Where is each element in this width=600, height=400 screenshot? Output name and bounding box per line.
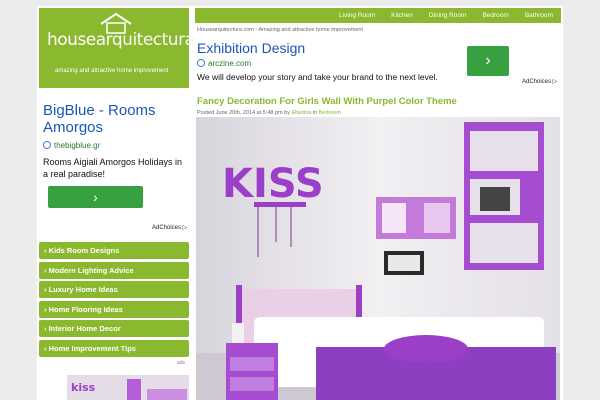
globe-icon xyxy=(43,141,51,149)
post-title[interactable]: Fancy Decoration For Girls Wall With Pur… xyxy=(197,96,457,107)
page: housearquitectura amazing and attractive… xyxy=(37,6,563,400)
post-category-link[interactable]: Bedroom xyxy=(319,110,341,116)
category-link-interior-decor[interactable]: › Interior Home Decor xyxy=(39,320,189,337)
logo-tagline: amazing and attractive home improvement xyxy=(55,68,169,74)
post-author-link[interactable]: Elbetina xyxy=(291,110,311,116)
ad-open-button[interactable]: › xyxy=(48,186,143,208)
post-photo: KISS xyxy=(196,117,560,400)
top-advertisement[interactable]: Exhibition Design arczine.com We will de… xyxy=(197,40,561,92)
breadcrumb[interactable]: Housearquitectura.com - Amazing and attr… xyxy=(197,27,363,33)
globe-icon xyxy=(197,59,205,67)
ad-description: Rooms Aigiali Amorgos Holidays in a real… xyxy=(43,157,183,179)
nav-item-living-room[interactable]: Living Room xyxy=(331,12,383,19)
thumbnail-image: kiss xyxy=(67,375,189,400)
svg-text:kiss: kiss xyxy=(71,381,96,394)
ads-label: ads xyxy=(177,360,186,366)
category-links: › Kids Room Designs › Modern Lighting Ad… xyxy=(39,242,189,359)
sidebar-advertisement[interactable]: BigBlue - Rooms Amorgos thebigblue.gr Ro… xyxy=(39,102,189,232)
nav-item-dining-room[interactable]: Dining Room xyxy=(421,12,475,19)
bedroom-photo: KISS xyxy=(196,117,560,400)
post-meta: Posted June 20th, 2014 at 5:48 pm by Elb… xyxy=(197,110,342,116)
category-link-improvement-tips[interactable]: › Home Improvement Tips xyxy=(39,339,189,357)
site-logo[interactable]: housearquitectura amazing and attractive… xyxy=(39,8,195,88)
category-link-kids-room[interactable]: › Kids Room Designs xyxy=(39,242,189,259)
nav-item-bedroom[interactable]: Bedroom xyxy=(474,12,516,19)
related-post-thumbnail[interactable]: kiss xyxy=(67,375,189,400)
category-link-home-flooring[interactable]: › Home Flooring Ideas xyxy=(39,300,189,318)
nav-item-bathroom[interactable]: Bathroom xyxy=(517,12,561,19)
category-link-luxury-home[interactable]: › Luxury Home Ideas xyxy=(39,281,189,298)
category-link-modern-lighting[interactable]: › Modern Lighting Advice xyxy=(39,261,189,279)
adchoices-label[interactable]: AdChoices ▷ xyxy=(152,224,187,231)
ad-title[interactable]: BigBlue - Rooms Amorgos xyxy=(43,102,189,136)
ad-open-button[interactable]: › xyxy=(467,46,509,76)
kiss-sign: KISS xyxy=(222,161,324,207)
ad-url[interactable]: thebigblue.gr xyxy=(43,141,189,150)
logo-wordmark: housearquitectura xyxy=(47,30,195,50)
adchoices-label[interactable]: AdChoices ▷ xyxy=(522,78,557,85)
top-nav: Living Room Kitchen Dining Room Bedroom … xyxy=(195,8,561,23)
nav-item-kitchen[interactable]: Kitchen xyxy=(383,12,421,19)
